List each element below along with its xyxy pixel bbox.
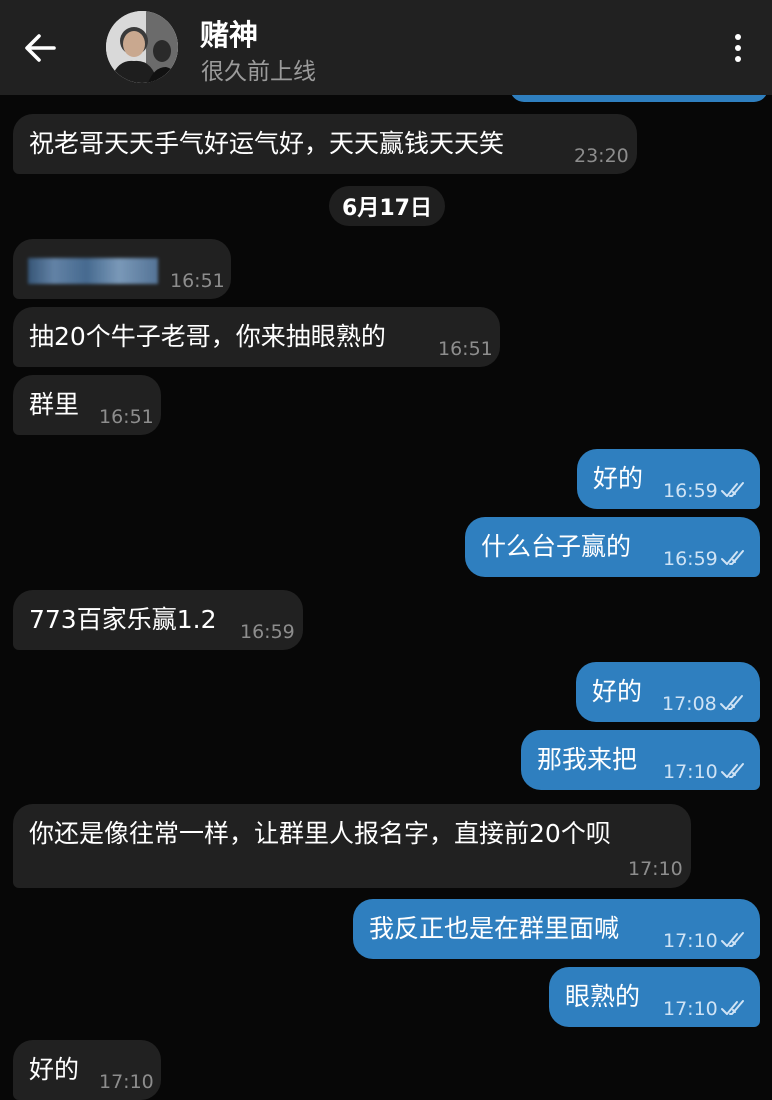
incoming-message-bubble[interactable]: 773百家乐赢1.2 16:59 bbox=[13, 590, 303, 650]
outgoing-message-bubble[interactable]: 什么台子赢的 16:59 bbox=[465, 517, 760, 577]
message-time: 16:51 bbox=[170, 270, 225, 292]
outgoing-message-bubble[interactable]: 我反正也是在群里面喊 17:10 bbox=[353, 899, 760, 959]
avatar[interactable] bbox=[106, 11, 178, 83]
last-seen-status: 很久前上线 bbox=[201, 59, 316, 85]
redacted-content bbox=[28, 258, 158, 284]
message-time: 23:20 bbox=[574, 145, 629, 167]
message-text: 好的 bbox=[592, 677, 643, 706]
message-text: 好的 bbox=[593, 464, 644, 493]
message-time: 16:59 bbox=[663, 480, 718, 502]
message-time: 17:10 bbox=[99, 1071, 154, 1093]
arrow-left-icon[interactable] bbox=[18, 28, 62, 68]
outgoing-message-bubble[interactable]: 好的 16:59 bbox=[577, 449, 760, 509]
message-text: 什么台子赢的 bbox=[481, 532, 632, 561]
message-text: 祝老哥天天手气好运气好，天天赢钱天天笑 bbox=[29, 129, 505, 158]
message-text: 抽20个牛子老哥，你来抽眼熟的 bbox=[29, 322, 386, 351]
double-check-icon bbox=[721, 763, 744, 778]
message-time: 16:51 bbox=[99, 406, 154, 428]
message-text: 眼熟的 bbox=[565, 982, 641, 1011]
message-time: 17:10 bbox=[628, 858, 683, 880]
contact-name[interactable]: 赌神 bbox=[200, 12, 258, 54]
message-time: 17:10 bbox=[663, 998, 718, 1020]
incoming-message-bubble[interactable]: 你还是像往常一样，让群里人报名字，直接前20个呗 17:10 bbox=[13, 804, 691, 888]
double-check-icon bbox=[720, 695, 743, 710]
message-text: 群里 bbox=[29, 390, 80, 419]
message-text: 你还是像往常一样，让群里人报名字，直接前20个呗 bbox=[29, 819, 611, 848]
message-text: 好的 bbox=[29, 1055, 80, 1084]
outgoing-message-bubble[interactable]: 好的 17:08 bbox=[576, 662, 760, 722]
message-time: 17:08 bbox=[662, 693, 717, 715]
message-text: 我反正也是在群里面喊 bbox=[369, 914, 620, 943]
date-separator: 6月17日 bbox=[329, 186, 445, 226]
incoming-message-bubble[interactable]: 祝老哥天天手气好运气好，天天赢钱天天笑 23:20 bbox=[13, 114, 637, 174]
message-time: 16:59 bbox=[663, 548, 718, 570]
incoming-message-bubble[interactable]: 抽20个牛子老哥，你来抽眼熟的 16:51 bbox=[13, 307, 500, 367]
message-time: 16:59 bbox=[240, 621, 295, 643]
message-time: 16:51 bbox=[438, 338, 493, 360]
outgoing-message-bubble[interactable]: 那我来把 17:10 bbox=[521, 730, 760, 790]
double-check-icon bbox=[721, 550, 744, 565]
message-time: 17:10 bbox=[663, 761, 718, 783]
double-check-icon bbox=[721, 1000, 744, 1015]
message-text: 那我来把 bbox=[537, 745, 638, 774]
message-text: 773百家乐赢1.2 bbox=[29, 605, 217, 634]
more-vertical-icon[interactable] bbox=[726, 28, 750, 68]
message-time: 17:10 bbox=[663, 930, 718, 952]
double-check-icon bbox=[721, 482, 744, 497]
double-check-icon bbox=[721, 932, 744, 947]
chat-header: 赌神 很久前上线 bbox=[0, 0, 772, 95]
outgoing-message-bubble[interactable]: 眼熟的 17:10 bbox=[549, 967, 760, 1027]
incoming-message-bubble[interactable]: 好的 17:10 bbox=[13, 1040, 161, 1100]
incoming-message-bubble[interactable]: 群里 16:51 bbox=[13, 375, 161, 435]
